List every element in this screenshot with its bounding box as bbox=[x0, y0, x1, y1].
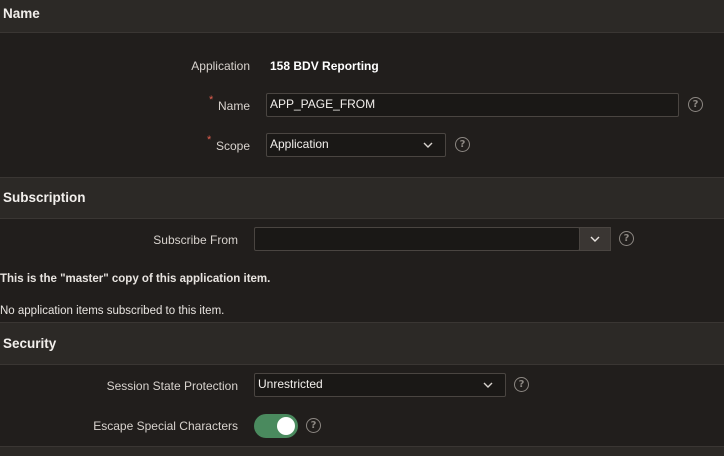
application-label: Application bbox=[191, 59, 250, 73]
subscribe-from-label: Subscribe From bbox=[153, 233, 238, 247]
help-icon[interactable]: ? bbox=[514, 377, 529, 392]
name-section-header: Name bbox=[0, 0, 724, 33]
scope-label: * Scope bbox=[207, 134, 250, 153]
application-item-editor: Name Application 158 BDV Reporting * Nam… bbox=[0, 0, 724, 456]
subscribe-from-input[interactable] bbox=[254, 227, 580, 251]
no-subscribed-items-note: No application items subscribed to this … bbox=[0, 305, 225, 317]
scope-label-text: Scope bbox=[215, 139, 250, 153]
session-state-select-value: Unrestricted bbox=[258, 377, 323, 391]
help-icon[interactable]: ? bbox=[455, 137, 470, 152]
subscription-section-header: Subscription bbox=[0, 177, 724, 219]
required-marker: * bbox=[208, 94, 214, 106]
help-icon[interactable]: ? bbox=[306, 418, 321, 433]
master-copy-note: This is the "master" copy of this applic… bbox=[0, 273, 271, 285]
security-section-header: Security bbox=[0, 322, 724, 365]
session-state-label: Session State Protection bbox=[106, 379, 238, 393]
escape-special-characters-toggle[interactable] bbox=[254, 414, 298, 438]
subscription-section-title: Subscription bbox=[3, 190, 86, 205]
required-marker: * bbox=[206, 134, 212, 146]
help-icon[interactable]: ? bbox=[688, 97, 703, 112]
chevron-down-icon bbox=[483, 380, 493, 390]
help-icon[interactable]: ? bbox=[619, 231, 634, 246]
name-label-text: Name bbox=[217, 99, 250, 113]
name-input[interactable]: APP_PAGE_FROM bbox=[266, 93, 679, 117]
name-section-title: Name bbox=[3, 6, 40, 21]
session-state-select[interactable]: Unrestricted bbox=[254, 373, 506, 397]
toggle-knob bbox=[277, 417, 295, 435]
scope-select-value: Application bbox=[270, 137, 329, 151]
scope-select[interactable]: Application bbox=[266, 133, 446, 157]
subscribe-from-popup-button[interactable] bbox=[579, 227, 611, 251]
application-value: 158 BDV Reporting bbox=[270, 59, 379, 73]
chevron-down-icon bbox=[590, 234, 600, 244]
escape-special-characters-label: Escape Special Characters bbox=[93, 419, 238, 433]
name-label: * Name bbox=[209, 94, 250, 113]
chevron-down-icon bbox=[423, 140, 433, 150]
security-section-title: Security bbox=[3, 336, 57, 351]
